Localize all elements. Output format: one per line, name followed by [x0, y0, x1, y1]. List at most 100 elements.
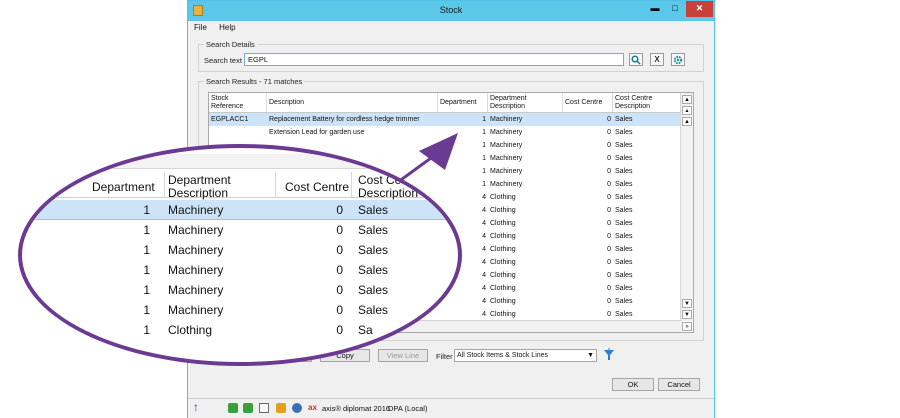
- menu-bar: File Help: [194, 23, 246, 35]
- table-row[interactable]: Extension Lead for garden use 1 Machinery 0…: [209, 126, 682, 139]
- cell-department: 4: [482, 259, 486, 266]
- table-row[interactable]: 4 Clothing 0 Sales: [209, 269, 682, 282]
- search-results-label: Search Results - 71 matches: [204, 77, 305, 86]
- new-button[interactable]: New: [262, 349, 312, 362]
- cell-department-description: Clothing: [490, 298, 516, 305]
- cell-cost-centre: 0: [607, 272, 611, 279]
- cell-department: 4: [482, 194, 486, 201]
- user-icon[interactable]: [292, 403, 302, 413]
- cell-cost-centre: 0: [607, 168, 611, 175]
- cell-department: 1: [482, 181, 486, 188]
- sync-icon[interactable]: [243, 403, 253, 413]
- minimize-button[interactable]: ▬: [646, 1, 664, 17]
- table-row[interactable]: 4 Clothing 0 Sales: [209, 204, 682, 217]
- scroll-bottom-button[interactable]: ▼: [682, 310, 692, 319]
- header-cost-centre[interactable]: Cost Centre: [563, 93, 613, 112]
- copy-button[interactable]: Copy: [320, 349, 370, 362]
- table-row[interactable]: 1 Machinery 0 Sales: [209, 178, 682, 191]
- grid-horizontal-scrollbar[interactable]: [209, 320, 682, 332]
- cell-cost-centre: 0: [607, 116, 611, 123]
- scroll-down-arrow[interactable]: ▼: [682, 299, 692, 308]
- lock-icon[interactable]: [276, 403, 286, 413]
- cell-cost-centre-description: Sales: [615, 194, 633, 201]
- cell-department: 1: [482, 142, 486, 149]
- window-title: Stock: [439, 5, 463, 15]
- funnel-icon: [604, 348, 614, 360]
- cell-cost-centre-description: Sales: [615, 168, 633, 175]
- header-stock-reference[interactable]: Stock Reference: [209, 93, 267, 112]
- table-row[interactable]: 1 Machinery 0 Sales: [209, 139, 682, 152]
- search-button[interactable]: [629, 53, 643, 66]
- checklist-icon[interactable]: [259, 403, 269, 413]
- cell-description: Replacement Battery for cordless hedge t…: [269, 116, 420, 123]
- table-row[interactable]: 4 Clothing 0 Sales: [209, 191, 682, 204]
- table-row[interactable]: 4 Clothing 0 Sales: [209, 230, 682, 243]
- header-cost-centre-description[interactable]: Cost Centre Description: [613, 93, 682, 112]
- header-department[interactable]: Department: [438, 93, 488, 112]
- dpa-status: DPA (Local): [388, 404, 428, 413]
- table-row[interactable]: 1 Machinery 0 Sales: [209, 152, 682, 165]
- clear-search-button[interactable]: X: [650, 53, 664, 66]
- view-button[interactable]: View: [204, 349, 254, 362]
- refresh-icon[interactable]: [228, 403, 238, 413]
- scroll-top-button[interactable]: ▲: [682, 95, 692, 104]
- filter-label: Filter: [436, 352, 453, 361]
- cell-cost-centre-description: Sales: [615, 285, 633, 292]
- cell-department: 4: [482, 207, 486, 214]
- cell-cost-centre: 0: [607, 246, 611, 253]
- cell-cost-centre-description: Sales: [615, 233, 633, 240]
- zoom-cell: 1: [143, 303, 150, 317]
- cell-cost-centre: 0: [607, 220, 611, 227]
- scroll-up-button[interactable]: ▴: [682, 106, 692, 115]
- menu-file[interactable]: File: [194, 23, 207, 32]
- cell-cost-centre: 0: [607, 207, 611, 214]
- cell-cost-centre-description: Sales: [615, 259, 633, 266]
- grid-vertical-scrollbar[interactable]: ▲ ▴ ▲ ▼ ▼: [680, 93, 693, 321]
- search-icon: [631, 55, 641, 65]
- cell-department-description: Machinery: [490, 181, 523, 188]
- table-row[interactable]: 4 Clothing 0 Sales: [209, 243, 682, 256]
- cell-department: 4: [482, 298, 486, 305]
- cell-cost-centre: 0: [607, 194, 611, 201]
- cell-department-description: Machinery: [490, 129, 523, 136]
- zoom-partial-text: er: [20, 203, 31, 217]
- search-input[interactable]: EGPL: [244, 53, 624, 66]
- cancel-button[interactable]: Cancel: [658, 378, 700, 391]
- cell-cost-centre-description: Sales: [615, 155, 633, 162]
- table-row[interactable]: 4 Clothing 0 Sales: [209, 256, 682, 269]
- search-settings-button[interactable]: [671, 53, 685, 66]
- header-description[interactable]: Description: [267, 93, 438, 112]
- status-bar: ↑ ax axis® diplomat 2016 DPA (Local): [188, 398, 714, 418]
- zoom-cell: 1: [143, 203, 150, 217]
- cell-cost-centre-description: Sales: [615, 298, 633, 305]
- cell-stock-reference: EGPLACC1: [211, 116, 249, 123]
- cell-cost-centre: 0: [607, 259, 611, 266]
- axis-logo-icon: ax: [308, 403, 317, 412]
- cell-cost-centre-description: Sales: [615, 142, 633, 149]
- zoom-cell: 1: [143, 323, 150, 337]
- cell-department: 1: [482, 168, 486, 175]
- table-row[interactable]: 4 Clothing 0 Sales: [209, 295, 682, 308]
- cell-department-description: Machinery: [490, 155, 523, 162]
- cell-department-description: Clothing: [490, 194, 516, 201]
- close-button[interactable]: ✕: [686, 1, 713, 17]
- scroll-up-arrow[interactable]: ▲: [682, 117, 692, 126]
- maximize-button[interactable]: □: [666, 1, 684, 17]
- cell-department-description: Clothing: [490, 272, 516, 279]
- cell-department-description: Clothing: [490, 220, 516, 227]
- gear-icon: [673, 55, 683, 65]
- header-department-description[interactable]: Department Description: [488, 93, 563, 112]
- table-row[interactable]: EGPLACC1 Replacement Battery for cordless…: [209, 113, 682, 126]
- menu-help[interactable]: Help: [219, 23, 235, 32]
- ok-button[interactable]: OK: [612, 378, 654, 391]
- view-line-button[interactable]: View Line: [378, 349, 428, 362]
- cell-department: 4: [482, 285, 486, 292]
- cell-department-description: Clothing: [490, 259, 516, 266]
- table-row[interactable]: 1 Machinery 0 Sales: [209, 165, 682, 178]
- table-row[interactable]: 4 Clothing 0 Sales: [209, 217, 682, 230]
- filter-options-button[interactable]: [602, 348, 616, 362]
- scroll-right-button[interactable]: »: [682, 322, 692, 331]
- table-row[interactable]: 4 Clothing 0 Sales: [209, 282, 682, 295]
- up-arrow-icon[interactable]: ↑: [193, 401, 203, 413]
- filter-select[interactable]: All Stock Items & Stock Lines ▼: [454, 349, 597, 362]
